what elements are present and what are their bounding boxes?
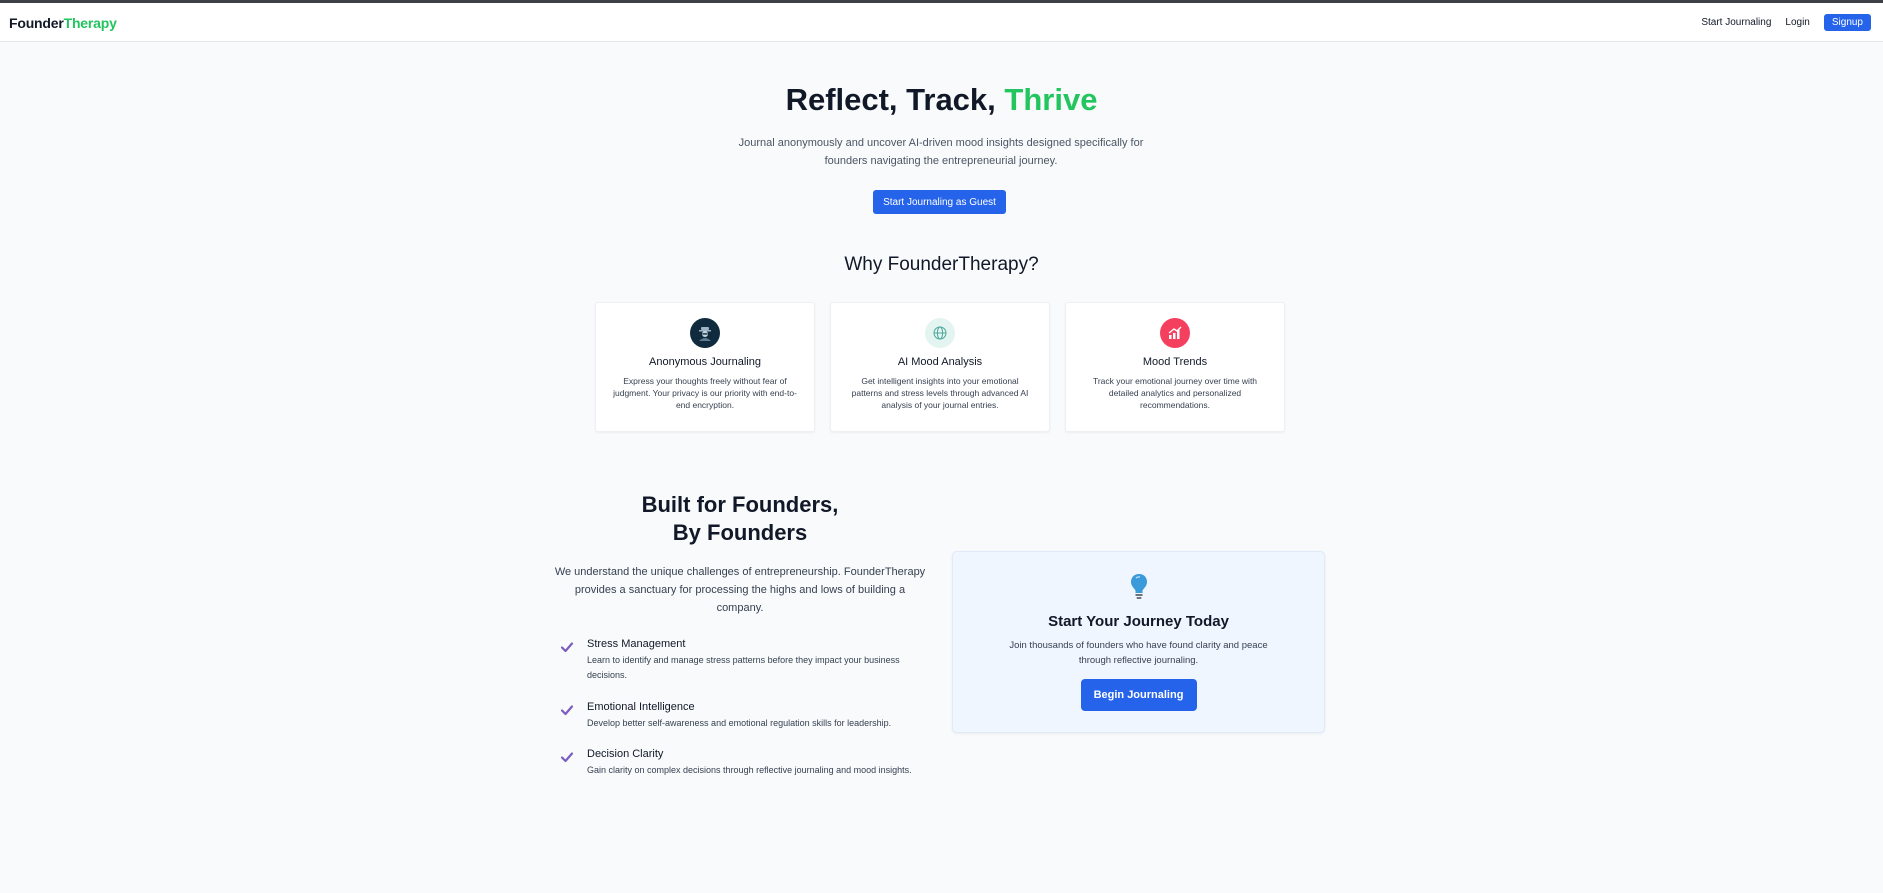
- feature-card-mood-trends: Mood Trends Track your emotional journey…: [1065, 302, 1285, 432]
- check-icon: [560, 642, 574, 653]
- hero-title-accent: Thrive: [1004, 82, 1098, 117]
- begin-journaling-button[interactable]: Begin Journaling: [1080, 679, 1197, 711]
- anonymous-user-icon: [690, 318, 720, 348]
- hero-title: Reflect, Track, Thrive: [0, 82, 1883, 118]
- nav-login-link[interactable]: Login: [1785, 17, 1809, 28]
- benefit-description: Learn to identify and manage stress patt…: [587, 655, 900, 680]
- trend-chart-icon: [1160, 318, 1190, 348]
- built-section-title: Built for Founders, By Founders: [560, 491, 920, 547]
- logo-founder: Founder: [9, 15, 64, 31]
- benefit-title: Stress Management: [587, 638, 686, 650]
- card-title: Mood Trends: [1142, 356, 1208, 368]
- feature-card-anonymous: Anonymous Journaling Express your though…: [595, 302, 815, 432]
- logo[interactable]: FounderTherapy: [9, 15, 117, 31]
- nav-start-journaling-link[interactable]: Start Journaling: [1701, 17, 1771, 28]
- check-icon: [560, 752, 574, 763]
- check-icon: [560, 705, 574, 716]
- benefit-description: Develop better self-awareness and emotio…: [587, 718, 892, 728]
- nav-links: Start Journaling Login Signup: [1701, 14, 1871, 31]
- built-subtitle: We understand the unique challenges of e…: [554, 566, 926, 614]
- cta-card: Start Your Journey Today Join thousands …: [952, 551, 1325, 733]
- card-title: AI Mood Analysis: [897, 356, 983, 368]
- lightbulb-icon: [1130, 574, 1147, 599]
- why-section-title: Why FounderTherapy?: [844, 254, 1039, 275]
- benefit-item-emotional: Emotional Intelligence Develop better se…: [560, 701, 920, 731]
- built-title-line1: Built for Founders,: [641, 492, 839, 517]
- cta-title: Start Your Journey Today: [1048, 613, 1229, 630]
- card-title: Anonymous Journaling: [649, 356, 761, 368]
- card-description: Get intelligent insights into your emoti…: [851, 376, 1029, 410]
- benefit-title: Decision Clarity: [587, 748, 664, 760]
- benefit-item-decision: Decision Clarity Gain clarity on complex…: [560, 748, 920, 778]
- start-journaling-guest-button[interactable]: Start Journaling as Guest: [873, 190, 1006, 214]
- benefit-title: Emotional Intelligence: [587, 701, 695, 713]
- card-description: Track your emotional journey over time w…: [1092, 376, 1258, 410]
- built-title-line2: By Founders: [672, 520, 808, 545]
- hero-subtitle: Journal anonymously and uncover AI-drive…: [738, 137, 1144, 167]
- ai-globe-icon: [925, 318, 955, 348]
- benefit-item-stress: Stress Management Learn to identify and …: [560, 638, 920, 683]
- nav-signup-button[interactable]: Signup: [1823, 14, 1871, 31]
- benefit-description: Gain clarity on complex decisions throug…: [587, 765, 912, 775]
- feature-card-ai-mood: AI Mood Analysis Get intelligent insight…: [830, 302, 1050, 432]
- hero-title-main: Reflect, Track,: [785, 82, 1005, 117]
- cta-description: Join thousands of founders who have foun…: [1009, 640, 1268, 666]
- navbar: FounderTherapy Start Journaling Login Si…: [0, 3, 1883, 42]
- card-description: Express your thoughts freely without fea…: [613, 376, 797, 410]
- logo-therapy: Therapy: [63, 15, 117, 31]
